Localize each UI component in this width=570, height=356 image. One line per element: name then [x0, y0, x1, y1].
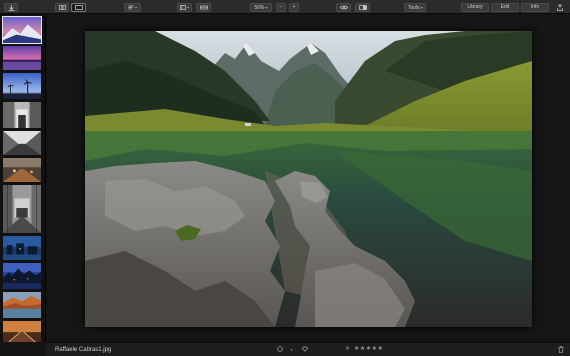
main-photo[interactable]: [85, 31, 532, 327]
thumbnail[interactable]: [2, 262, 42, 290]
thumbnail[interactable]: [2, 130, 42, 156]
edit-tab[interactable]: Edit: [491, 3, 519, 12]
thumbnail-image: [3, 263, 41, 289]
filmstrip-toggle-button[interactable]: [196, 3, 211, 12]
thumbnail[interactable]: [2, 16, 42, 44]
thumbnail[interactable]: [2, 101, 42, 129]
grid-view-icon: [58, 5, 66, 10]
filename-label: Raffaele Cabras1.jpg: [55, 347, 112, 353]
filmstrip: [0, 14, 46, 342]
star-rating[interactable]: ★★★★★: [354, 346, 383, 353]
thumbnail-image: [3, 236, 41, 260]
thumbnail-image: [3, 73, 41, 99]
chevron-down-icon: ▾: [265, 5, 268, 10]
favorite-button[interactable]: [301, 346, 308, 353]
delete-button[interactable]: [557, 346, 564, 353]
filmstrip-icon: [199, 5, 208, 10]
thumbnail[interactable]: [2, 235, 42, 261]
sort-icon: [128, 5, 137, 10]
thumbnail[interactable]: [2, 320, 42, 342]
sidebar-icon: [179, 5, 189, 10]
library-tab[interactable]: Library: [461, 3, 489, 12]
share-button[interactable]: [554, 3, 566, 12]
top-toolbar: 56%▾ − + Tools▾ Library Edit Info: [0, 0, 570, 14]
minus-icon: −: [279, 4, 283, 10]
thumbnail-image: [3, 46, 41, 70]
sort-dropdown[interactable]: [124, 3, 141, 12]
thumbnail-image: [3, 131, 41, 155]
compare-icon: [358, 5, 367, 10]
thumbnail[interactable]: [2, 157, 42, 183]
share-icon: [557, 4, 563, 11]
circle-icon: [276, 346, 283, 352]
grid-view-button[interactable]: [55, 3, 69, 12]
thumbnail-image: [3, 185, 41, 233]
edit-tab-label: Edit: [500, 4, 510, 10]
info-tab-label: Info: [530, 4, 540, 10]
thumbnail[interactable]: [2, 184, 42, 234]
thumbnail-image: [3, 321, 41, 342]
thumbnail-image: [3, 102, 41, 128]
color-label-button[interactable]: [276, 346, 283, 353]
info-tab[interactable]: Info: [521, 3, 549, 12]
library-tab-label: Library: [467, 4, 483, 10]
thumbnail-image: [3, 17, 41, 43]
single-view-icon: [74, 5, 83, 10]
trash-icon: [558, 346, 563, 353]
reject-flag-button[interactable]: ✕: [344, 346, 351, 353]
eye-icon: [339, 5, 348, 10]
heart-icon: [301, 346, 308, 352]
image-viewer[interactable]: [47, 14, 570, 342]
thumbnail[interactable]: [2, 45, 42, 71]
tools-dropdown[interactable]: Tools▾: [404, 3, 426, 12]
compare-button[interactable]: [355, 3, 370, 12]
single-view-button[interactable]: [71, 3, 86, 12]
zoom-dropdown[interactable]: 56%▾: [250, 3, 272, 12]
tools-label: Tools: [408, 5, 420, 11]
zoom-out-button[interactable]: −: [276, 3, 286, 12]
thumbnail-image: [3, 158, 41, 182]
chevron-down-icon: ▾: [420, 5, 423, 10]
bottom-status-bar: Raffaele Cabras1.jpg ▾ ✕ ★★★★★: [46, 342, 570, 356]
thumbnail[interactable]: [2, 72, 42, 100]
rating-stars: ★★★★★: [354, 346, 384, 352]
preview-button[interactable]: [336, 3, 351, 12]
close-icon: ✕: [344, 346, 351, 352]
import-button[interactable]: [4, 3, 18, 12]
chevron-down-icon[interactable]: ▾: [288, 346, 295, 353]
zoom-in-button[interactable]: +: [289, 3, 299, 12]
thumbnail-image: [3, 292, 41, 318]
landscape-photo: [85, 31, 532, 327]
download-icon: [8, 5, 14, 11]
plus-icon: +: [292, 4, 296, 10]
zoom-value: 56%: [254, 5, 265, 11]
thumbnail[interactable]: [2, 291, 42, 319]
sidebar-toggle-button[interactable]: [177, 3, 192, 12]
